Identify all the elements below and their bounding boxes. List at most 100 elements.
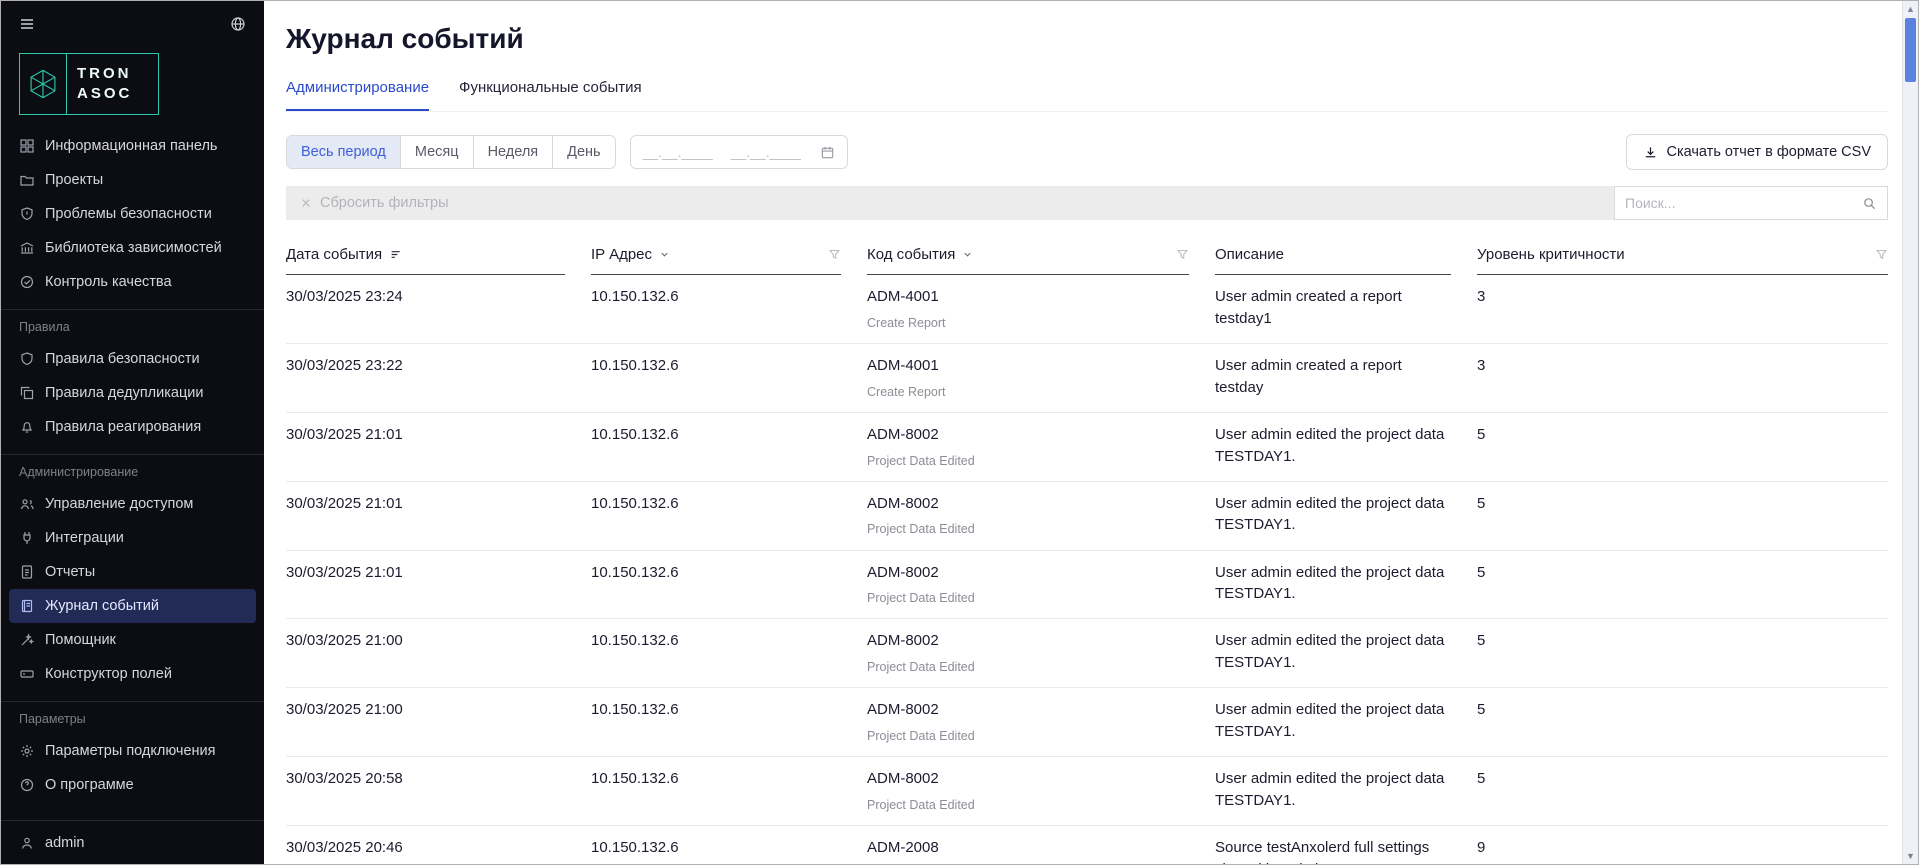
column-header-description[interactable]: Описание	[1215, 246, 1451, 275]
event-code: ADM-2008	[867, 837, 1189, 859]
table-row[interactable]: 30/03/2025 20:46 10.150.132.6 ADM-2008 S…	[286, 826, 1888, 864]
period-month-button[interactable]: Месяц	[401, 136, 474, 168]
table-row[interactable]: 30/03/2025 21:00 10.150.132.6 ADM-8002 P…	[286, 619, 1888, 688]
period-day-button[interactable]: День	[553, 136, 614, 168]
quality-control-icon	[19, 274, 35, 290]
user-icon	[19, 835, 35, 851]
cell-description: Source testAnxolerd full settings viewed…	[1215, 837, 1477, 864]
column-header-severity[interactable]: Уровень критичности	[1477, 246, 1888, 275]
column-header-date[interactable]: Дата события	[286, 246, 565, 275]
logo-cube-icon	[20, 54, 66, 114]
event-code-title: Create Report	[867, 383, 1189, 401]
column-label: Код события	[867, 246, 955, 263]
cell-event-date: 30/03/2025 20:46	[286, 837, 591, 859]
table-row[interactable]: 30/03/2025 21:00 10.150.132.6 ADM-8002 P…	[286, 688, 1888, 757]
tab-administration[interactable]: Администрирование	[286, 79, 429, 111]
date-end-placeholder: __.__.____	[731, 144, 801, 160]
cell-ip-address: 10.150.132.6	[591, 630, 867, 652]
sidebar-item-security-rules[interactable]: Правила безопасности	[1, 342, 264, 376]
sidebar-divider	[1, 454, 264, 455]
logo-line-2: ASOC	[77, 84, 158, 104]
app-logo: TRON ASOC	[19, 53, 159, 115]
scrollbar-thumb[interactable]	[1905, 18, 1916, 82]
sidebar-item-label: Параметры подключения	[45, 743, 215, 759]
download-icon	[1643, 145, 1658, 160]
search-icon[interactable]	[1862, 196, 1877, 211]
security-issues-icon	[19, 206, 35, 222]
sidebar-item-integrations[interactable]: Интеграции	[1, 521, 264, 555]
sort-icon[interactable]	[390, 248, 403, 261]
table-row[interactable]: 30/03/2025 21:01 10.150.132.6 ADM-8002 P…	[286, 551, 1888, 620]
chevron-down-icon[interactable]	[659, 249, 670, 260]
column-header-ip[interactable]: IP Адрес	[591, 246, 841, 275]
table-row[interactable]: 30/03/2025 20:58 10.150.132.6 ADM-8002 P…	[286, 757, 1888, 826]
filter-icon[interactable]	[828, 248, 841, 261]
menu-icon[interactable]	[19, 16, 35, 32]
table-row[interactable]: 30/03/2025 23:22 10.150.132.6 ADM-4001 C…	[286, 344, 1888, 413]
sidebar-item-label: Управление доступом	[45, 496, 193, 512]
scroll-up-arrow[interactable]: ▲	[1903, 1, 1918, 17]
event-code: ADM-8002	[867, 630, 1189, 652]
cell-description: User admin created a report testday	[1215, 355, 1477, 399]
cell-event-code: ADM-8002 Project Data Edited	[867, 493, 1215, 539]
cell-event-date: 30/03/2025 21:01	[286, 493, 591, 515]
sidebar-item-dashboard[interactable]: Информационная панель	[1, 129, 264, 163]
sidebar-section-rules: Правила	[1, 320, 264, 334]
cell-severity: 3	[1477, 286, 1888, 308]
sidebar-item-label: Правила безопасности	[45, 351, 200, 367]
date-range-picker[interactable]: __.__.____ __.__.____	[630, 135, 848, 169]
cell-ip-address: 10.150.132.6	[591, 699, 867, 721]
sidebar-item-event-log[interactable]: Журнал событий	[9, 589, 256, 623]
period-all-button[interactable]: Весь период	[287, 136, 401, 168]
period-segmented-control: Весь период Месяц Неделя День	[286, 135, 616, 169]
sidebar-user[interactable]: admin	[1, 820, 264, 864]
sidebar-divider	[1, 309, 264, 310]
search-input[interactable]	[1625, 195, 1862, 211]
sidebar-divider	[1, 701, 264, 702]
filter-icon[interactable]	[1875, 248, 1888, 261]
column-header-code[interactable]: Код события	[867, 246, 1189, 275]
cell-ip-address: 10.150.132.6	[591, 768, 867, 790]
download-csv-button[interactable]: Скачать отчет в формате CSV	[1626, 134, 1889, 170]
sidebar-item-label: Помощник	[45, 632, 116, 648]
sidebar-item-projects[interactable]: Проекты	[1, 163, 264, 197]
logo-text: TRON ASOC	[67, 54, 158, 114]
sidebar-item-dedup-rules[interactable]: Правила дедупликации	[1, 376, 264, 410]
app-window: TRON ASOC Информационная панель Проекты …	[0, 0, 1919, 865]
cell-event-code: ADM-8002 Project Data Edited	[867, 768, 1215, 814]
calendar-icon	[820, 145, 835, 160]
period-week-button[interactable]: Неделя	[474, 136, 554, 168]
tab-functional-events[interactable]: Функциональные события	[459, 79, 642, 111]
event-code: ADM-8002	[867, 562, 1189, 584]
sidebar-item-assistant[interactable]: Помощник	[1, 623, 264, 657]
globe-icon[interactable]	[230, 16, 246, 32]
cell-event-code: ADM-8002 Project Data Edited	[867, 699, 1215, 745]
sidebar-item-access-management[interactable]: Управление доступом	[1, 487, 264, 521]
chevron-down-icon[interactable]	[962, 249, 973, 260]
cell-severity: 5	[1477, 630, 1888, 652]
table-row[interactable]: 30/03/2025 23:24 10.150.132.6 ADM-4001 C…	[286, 275, 1888, 344]
sidebar-item-label: Информационная панель	[45, 138, 217, 154]
table-row[interactable]: 30/03/2025 21:01 10.150.132.6 ADM-8002 P…	[286, 413, 1888, 482]
sidebar-item-label: Журнал событий	[45, 598, 159, 614]
sidebar-item-reports[interactable]: Отчеты	[1, 555, 264, 589]
cell-event-code: ADM-8002 Project Data Edited	[867, 424, 1215, 470]
integrations-icon	[19, 530, 35, 546]
sidebar-item-connection-settings[interactable]: Параметры подключения	[1, 734, 264, 768]
scroll-down-arrow[interactable]: ▼	[1903, 848, 1918, 864]
column-label: Описание	[1215, 246, 1284, 263]
sidebar-item-response-rules[interactable]: Правила реагирования	[1, 410, 264, 444]
sidebar-item-label: Проекты	[45, 172, 103, 188]
event-code: ADM-8002	[867, 493, 1189, 515]
sidebar-item-quality-control[interactable]: Контроль качества	[1, 265, 264, 299]
table-row[interactable]: 30/03/2025 21:01 10.150.132.6 ADM-8002 P…	[286, 482, 1888, 551]
reset-filters-button[interactable]: Сбросить фильтры	[300, 195, 449, 211]
cell-description: User admin edited the project data TESTD…	[1215, 630, 1477, 674]
sidebar-item-dependency-library[interactable]: Библиотека зависимостей	[1, 231, 264, 265]
filter-icon[interactable]	[1176, 248, 1189, 261]
sidebar-item-about[interactable]: О программе	[1, 768, 264, 802]
cell-ip-address: 10.150.132.6	[591, 837, 867, 859]
sidebar-item-security-issues[interactable]: Проблемы безопасности	[1, 197, 264, 231]
sidebar-item-field-builder[interactable]: Конструктор полей	[1, 657, 264, 691]
vertical-scrollbar[interactable]: ▲ ▼	[1902, 1, 1918, 864]
